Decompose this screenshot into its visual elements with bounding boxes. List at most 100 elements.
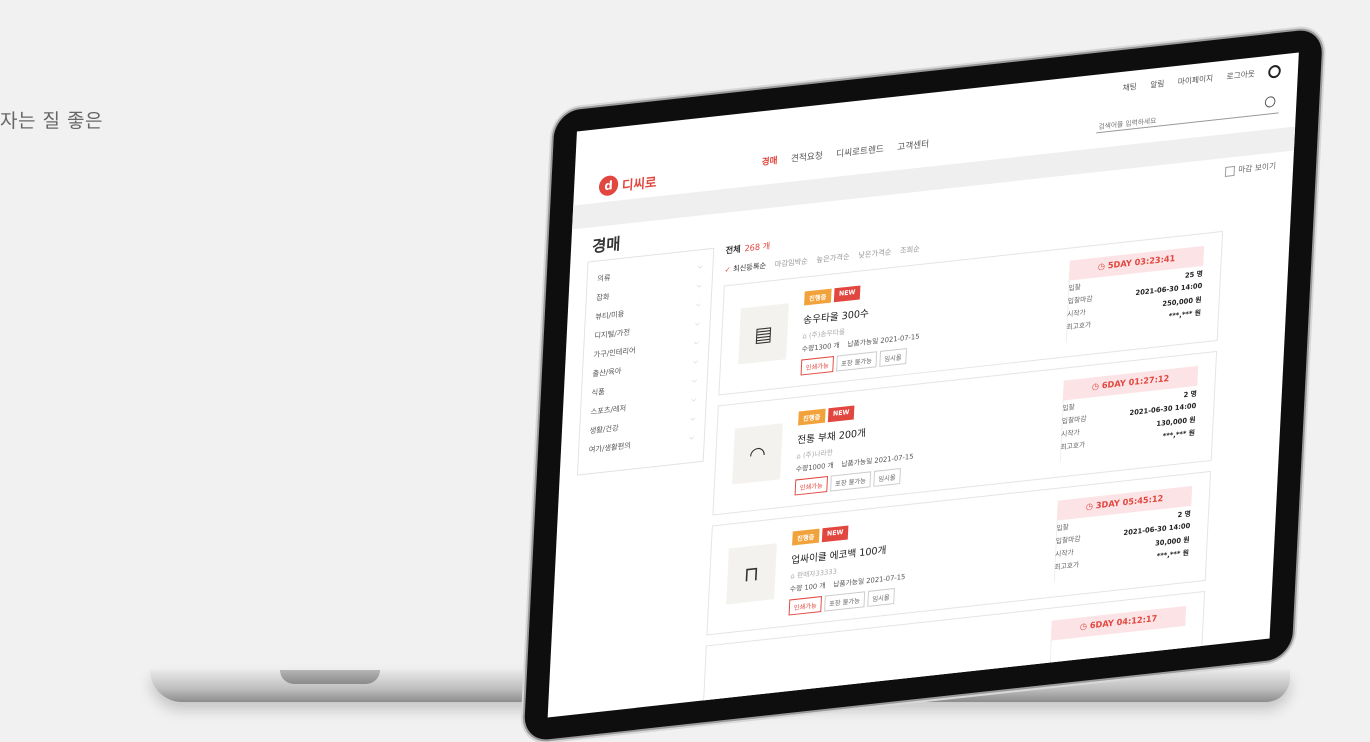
- main-nav: 경매 견적요청 디씨로트렌드 고객센터: [761, 137, 929, 168]
- bids-label: 입찰: [1056, 523, 1069, 533]
- show-closed-toggle[interactable]: 마감 보이기: [1224, 160, 1277, 177]
- start-price-value: 250,000 원: [1162, 295, 1202, 309]
- item-info: 진행중NEW 전통 부채 200개 (주)나라한 수량1000 개납품가능일 2…: [794, 399, 917, 496]
- tag-printable: 인쇄가능: [794, 475, 828, 496]
- total-count-value: 268 개: [744, 241, 771, 255]
- tag-temp-mall: 임시몰: [879, 348, 907, 367]
- mypage-link[interactable]: 마이페이지: [1178, 73, 1214, 88]
- chevron-down-icon: ⌵: [689, 432, 695, 442]
- chevron-down-icon: ⌵: [697, 261, 704, 271]
- auction-status: 6DAY 04:12:17: [1050, 605, 1187, 641]
- sort-price-low[interactable]: 낮은가격순: [858, 246, 892, 261]
- category-label: 의류: [597, 272, 611, 284]
- auction-status: 5DAY 03:23:41 입찰25 명 입찰마감2021-06-30 14:0…: [1066, 245, 1205, 333]
- bids-label: 입찰: [1068, 283, 1081, 293]
- category-label: 가구/인테리어: [593, 345, 636, 360]
- chevron-down-icon: ⌵: [690, 413, 696, 423]
- sort-newest[interactable]: 최신등록순: [724, 260, 767, 276]
- top-links: 채팅 알림 마이페이지 로그아웃: [1122, 64, 1282, 94]
- checkbox[interactable]: [1224, 165, 1235, 177]
- tag-printable: 인쇄가능: [800, 355, 834, 376]
- chat-link[interactable]: 채팅: [1122, 81, 1137, 94]
- category-label: 스포츠/레저: [590, 403, 627, 417]
- logout-link[interactable]: 로그아웃: [1226, 68, 1255, 82]
- auction-list: 전체268 개 최신등록순 마감임박순 높은가격순 낮은가격순 조회순 ▤ 진행…: [700, 190, 1225, 718]
- quantity: 수량1000 개: [795, 461, 834, 474]
- start-price-label: 시작가: [1060, 428, 1080, 439]
- category-label: 출산/육아: [592, 366, 622, 379]
- laptop-notch: [280, 670, 380, 684]
- quantity: 수량1300 개: [801, 341, 840, 354]
- laptop-screen-bezel: 채팅 알림 마이페이지 로그아웃 d 디씨로 경매 견적요청 디씨로트렌드 고객…: [523, 28, 1323, 742]
- chevron-down-icon: ⌵: [692, 356, 699, 366]
- category-label: 여가/생활편의: [588, 440, 632, 455]
- search-icon[interactable]: [1267, 64, 1282, 79]
- chevron-down-icon: ⌵: [696, 280, 703, 290]
- start-price-value: 30,000 원: [1154, 535, 1190, 548]
- max-price-value: ***,*** 원: [1156, 548, 1190, 561]
- nav-trend[interactable]: 디씨로트렌드: [836, 142, 884, 160]
- total-label: 전체: [725, 244, 741, 257]
- new-badge: NEW: [833, 285, 861, 303]
- web-page: 채팅 알림 마이페이지 로그아웃 d 디씨로 경매 견적요청 디씨로트렌드 고객…: [547, 52, 1299, 718]
- max-price-label: 최고호가: [1060, 440, 1086, 452]
- sort-views[interactable]: 조회순: [900, 243, 920, 256]
- category-label: 생활/건강: [589, 423, 619, 436]
- start-price-label: 시작가: [1066, 308, 1086, 319]
- quantity: 수량 100 개: [789, 581, 826, 594]
- countdown-timer: 6DAY 04:12:17: [1050, 605, 1187, 641]
- chevron-down-icon: ⌵: [690, 394, 697, 404]
- nav-quote-request[interactable]: 견적요청: [791, 148, 823, 164]
- show-closed-label: 마감 보이기: [1238, 161, 1277, 175]
- nav-customer-center[interactable]: 고객센터: [897, 137, 929, 153]
- bids-value: 2 명: [1183, 389, 1198, 400]
- bids-label: 입찰: [1062, 403, 1075, 413]
- chevron-down-icon: ⌵: [693, 337, 700, 347]
- category-label: 식품: [591, 386, 606, 398]
- new-badge: NEW: [827, 405, 855, 423]
- new-badge: NEW: [821, 525, 849, 543]
- tag-packaging: 포장 불가능: [830, 471, 872, 492]
- deadline-label: 입찰마감: [1055, 534, 1081, 546]
- category-label: 디지털/가전: [594, 327, 631, 341]
- search-icon[interactable]: [1264, 95, 1276, 108]
- nav-auction[interactable]: 경매: [761, 153, 778, 168]
- max-price-value: ***,*** 원: [1168, 308, 1202, 321]
- ecobag-image: ⊓: [726, 543, 777, 605]
- in-progress-badge: 진행중: [798, 408, 826, 426]
- in-progress-badge: 진행중: [792, 528, 820, 546]
- tag-packaging: 포장 불가능: [824, 591, 866, 612]
- logo-icon: d: [598, 174, 619, 197]
- tag-packaging: 포장 불가능: [836, 351, 878, 372]
- category-label: 잡화: [596, 291, 610, 303]
- notification-link[interactable]: 알림: [1150, 78, 1165, 91]
- fan-image: ◠: [732, 423, 783, 485]
- search-input[interactable]: [1096, 105, 1255, 133]
- towel-image: ▤: [738, 303, 789, 365]
- item-info: 진행중NEW 업싸이클 에코백 100개 판매자33333 수량 100 개납품…: [788, 519, 909, 616]
- tag-temp-mall: 임시몰: [873, 468, 901, 487]
- search-bar: [1096, 94, 1280, 134]
- tag-printable: 인쇄가능: [788, 595, 822, 616]
- side-caption: 자는 질 좋은: [0, 110, 103, 132]
- category-label: 뷰티/미용: [595, 309, 625, 322]
- max-price-label: 최고호가: [1066, 320, 1092, 332]
- auction-status: 6DAY 01:27:12 입찰2 명 입찰마감2021-06-30 14:00…: [1060, 365, 1199, 453]
- bids-value: 25 명: [1184, 269, 1204, 280]
- chevron-down-icon: ⌵: [691, 375, 698, 385]
- sort-price-high[interactable]: 높은가격순: [816, 251, 850, 266]
- tag-temp-mall: 임시몰: [867, 588, 895, 607]
- start-price-label: 시작가: [1054, 548, 1074, 559]
- sort-deadline[interactable]: 마감임박순: [774, 255, 809, 270]
- deadline-label: 입찰마감: [1067, 294, 1093, 306]
- max-price-value: ***,*** 원: [1162, 428, 1196, 441]
- item-info: 진행중NEW 송우타올 300수 (주)송우타올 수량1300 개납품가능일 2…: [800, 279, 923, 376]
- in-progress-badge: 진행중: [804, 288, 832, 306]
- start-price-value: 130,000 원: [1156, 415, 1196, 429]
- deadline-label: 입찰마감: [1061, 414, 1087, 426]
- logo-text: 디씨로: [621, 174, 657, 194]
- category-sidebar: 의류 ⌵ 잡화 ⌵ 뷰티/미용 ⌵ 디지털/가전 ⌵ 가구/인테리어 ⌵ 출산/육아 ⌵ 식…: [576, 247, 715, 476]
- logo[interactable]: d 디씨로: [598, 170, 657, 197]
- chevron-down-icon: ⌵: [694, 318, 701, 328]
- auction-status: 3DAY 05:45:12 입찰2 명 입찰마감2021-06-30 14:00…: [1054, 485, 1193, 573]
